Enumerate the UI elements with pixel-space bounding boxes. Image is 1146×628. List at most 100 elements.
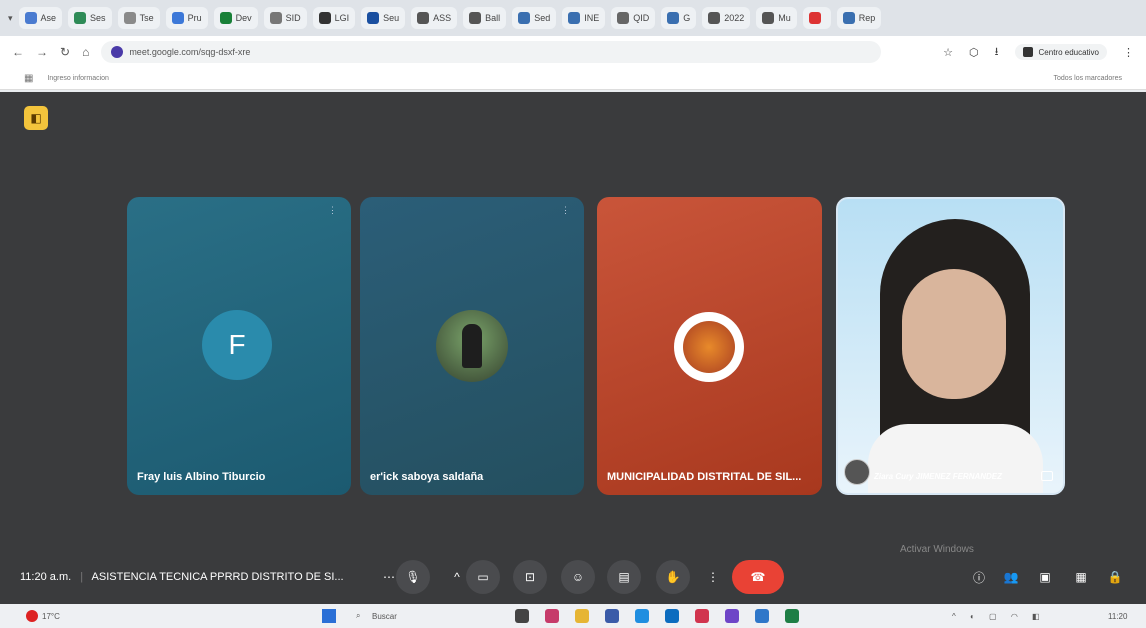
- microphone-icon[interactable]: 🎙: [396, 560, 430, 594]
- taskbar-app-icon[interactable]: [755, 609, 769, 623]
- tab-label: G: [683, 13, 691, 23]
- download-icon[interactable]: ⭳: [995, 43, 999, 62]
- browser-tab[interactable]: 2022: [702, 7, 751, 29]
- participant-video-tile[interactable]: Ziara Cury JIMENEZ FERNANDEZ: [836, 197, 1065, 495]
- participant-name: er'ick saboya saldaña: [370, 471, 484, 483]
- tab-favicon-icon: [269, 12, 282, 24]
- weather-icon[interactable]: [26, 610, 38, 622]
- browser-tab[interactable]: QID: [611, 7, 656, 29]
- browser-tab[interactable]: Ses: [68, 7, 112, 29]
- tab-label: Sed: [534, 13, 551, 23]
- extensions-icon[interactable]: ⬡: [969, 46, 979, 59]
- browser-tab[interactable]: Dev: [213, 7, 258, 29]
- all-bookmarks-button[interactable]: Todos los marcadores: [1054, 75, 1122, 82]
- camera-icon[interactable]: ▭: [466, 560, 500, 594]
- activities-icon[interactable]: ▦: [1064, 560, 1098, 594]
- raise-hand-icon[interactable]: ✋: [656, 560, 690, 594]
- meeting-controls-bar: 11:20 a.m. | ASISTENCIA TECNICA PPRRD DI…: [0, 550, 1146, 604]
- tile-menu-icon[interactable]: ⋮: [561, 205, 570, 216]
- browser-tab[interactable]: SID: [263, 7, 307, 29]
- bookmarks-bar: ▦ Ingreso informacion Todos los marcador…: [0, 68, 1146, 90]
- back-arrow-icon[interactable]: ←: [12, 45, 24, 59]
- windows-taskbar: 17°C ⌕ Buscar ^ ◐ ▢ ◠ ◧ 11:20: [0, 604, 1146, 628]
- browser-tab[interactable]: LGI: [312, 7, 356, 29]
- present-screen-icon[interactable]: ⊡: [513, 560, 547, 594]
- chat-icon[interactable]: ▣: [1028, 560, 1062, 594]
- profile-button[interactable]: Centro educativo: [1014, 44, 1107, 60]
- participant-tile[interactable]: MUNICIPALIDAD DISTRITAL DE SIL...: [597, 197, 822, 495]
- captions-icon[interactable]: ▤: [607, 560, 641, 594]
- meet-stage: ◧ ⋮ F Fray luis Albino Tiburcio ⋮ er'ick…: [0, 92, 1146, 604]
- search-icon[interactable]: ⌕: [356, 611, 360, 621]
- tab-search-chevron-icon[interactable]: ▾: [8, 13, 13, 24]
- host-lock-icon[interactable]: 🔒: [1098, 560, 1132, 594]
- host-controls-icon[interactable]: ◧: [24, 106, 48, 130]
- more-vert-icon[interactable]: ⋮: [696, 560, 730, 594]
- task-view-icon[interactable]: [515, 609, 529, 623]
- profile-label: Centro educativo: [1038, 47, 1099, 57]
- browser-tab[interactable]: Rep: [836, 7, 882, 29]
- taskbar-app-icon[interactable]: [695, 609, 709, 623]
- browser-tab[interactable]: ASS: [411, 7, 458, 29]
- taskbar-app-icon[interactable]: [605, 609, 619, 623]
- tile-menu-icon[interactable]: ⋮: [328, 205, 337, 216]
- participant-name: Fray luis Albino Tiburcio: [137, 471, 266, 483]
- tab-label: Pru: [187, 13, 202, 23]
- browser-tab[interactable]: Ball: [463, 7, 507, 29]
- edge-icon[interactable]: [635, 609, 649, 623]
- url-field[interactable]: meet.google.com/sqg-dsxf-xre: [101, 41, 882, 63]
- tab-favicon-icon: [367, 12, 380, 24]
- tab-label: Ses: [90, 13, 106, 23]
- weather-temp: 17°C: [42, 611, 60, 621]
- reactions-icon[interactable]: ☺: [561, 560, 595, 594]
- taskbar-app-icon[interactable]: [725, 609, 739, 623]
- start-button-icon[interactable]: [322, 609, 336, 623]
- browser-tab[interactable]: [802, 7, 831, 29]
- participant-tile[interactable]: ⋮ F Fray luis Albino Tiburcio: [127, 197, 351, 495]
- tab-favicon-icon: [762, 12, 775, 24]
- apps-grid-icon[interactable]: ▦: [24, 73, 33, 84]
- browser-tab[interactable]: Sed: [512, 7, 557, 29]
- tab-favicon-icon: [171, 12, 184, 24]
- browser-tab[interactable]: INE: [562, 7, 606, 29]
- info-icon[interactable]: ⓘ: [962, 560, 996, 594]
- pin-icon[interactable]: [1041, 471, 1053, 481]
- tab-favicon-icon: [808, 12, 821, 24]
- file-explorer-icon[interactable]: [575, 609, 589, 623]
- browser-tab[interactable]: Mu: [756, 7, 797, 29]
- municipality-logo: [674, 312, 744, 382]
- excel-icon[interactable]: [785, 609, 799, 623]
- taskbar-app-icon[interactable]: [545, 609, 559, 623]
- taskbar-app-icon[interactable]: [665, 609, 679, 623]
- tab-favicon-icon: [518, 12, 531, 24]
- taskbar-search[interactable]: Buscar: [372, 612, 397, 621]
- meeting-title: ASISTENCIA TECNICA PPRRD DISTRITO DE SI.…: [91, 571, 344, 583]
- forward-arrow-icon[interactable]: →: [36, 45, 48, 59]
- tab-favicon-icon: [617, 12, 630, 24]
- system-tray-icons[interactable]: ^ ◐ ▢ ◠ ◧: [952, 612, 1046, 621]
- tab-label: INE: [584, 13, 600, 23]
- site-info-icon[interactable]: [111, 46, 124, 58]
- tab-label: QID: [633, 13, 650, 23]
- bookmark-item[interactable]: Ingreso informacion: [47, 75, 108, 82]
- home-icon[interactable]: ⌂: [82, 45, 89, 59]
- bookmark-star-icon[interactable]: ☆: [943, 46, 953, 59]
- tab-label: Dev: [235, 13, 252, 23]
- reload-icon[interactable]: ↻: [60, 45, 70, 59]
- people-icon[interactable]: 👥: [994, 560, 1028, 594]
- browser-tab[interactable]: Ase: [18, 7, 63, 29]
- browser-tab[interactable]: Pru: [165, 7, 208, 29]
- tab-label: SID: [285, 13, 301, 23]
- tab-label: ASS: [433, 13, 452, 23]
- meeting-time: 11:20 a.m.: [20, 571, 72, 583]
- participant-tile[interactable]: ⋮ er'ick saboya saldaña: [360, 197, 584, 495]
- browser-menu-icon[interactable]: ⋮: [1123, 46, 1134, 59]
- avatar: F: [202, 310, 272, 380]
- taskbar-clock[interactable]: 11:20: [1108, 612, 1127, 621]
- browser-tab[interactable]: G: [661, 7, 697, 29]
- leave-call-button[interactable]: ☎: [732, 560, 784, 594]
- browser-tab[interactable]: Tse: [117, 7, 160, 29]
- participant-name: MUNICIPALIDAD DISTRITAL DE SIL...: [607, 471, 802, 483]
- tab-label: Ase: [40, 13, 57, 23]
- browser-tab[interactable]: Seu: [361, 7, 406, 29]
